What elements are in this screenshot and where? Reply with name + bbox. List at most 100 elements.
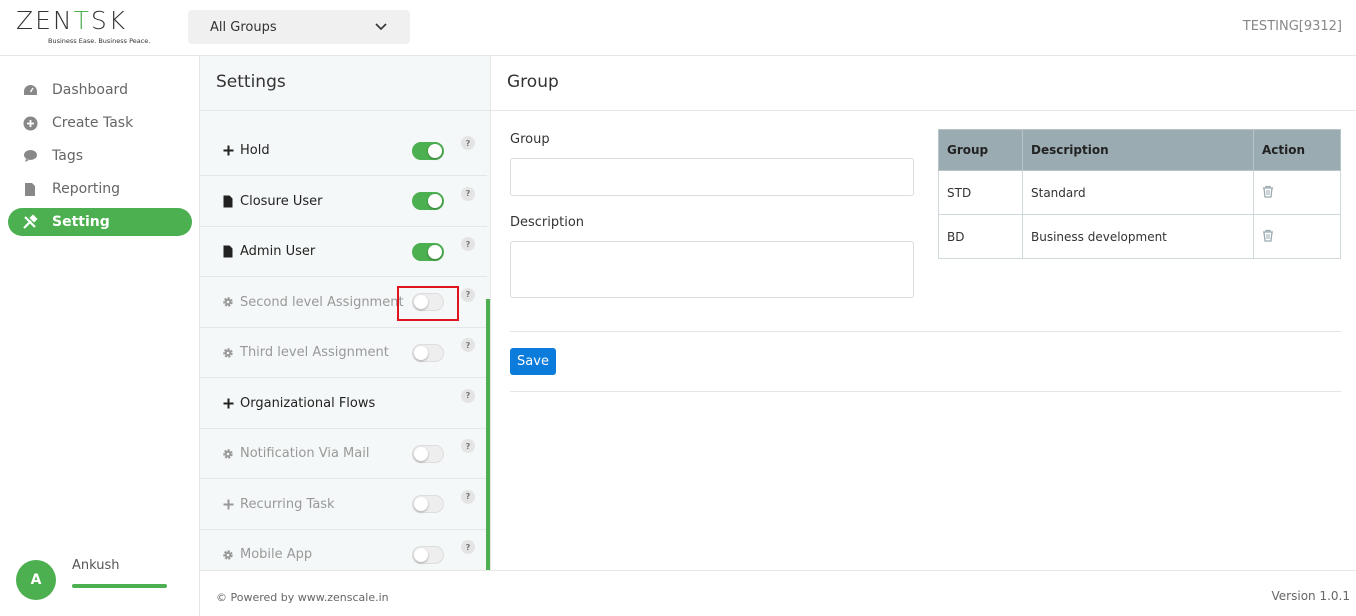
help-icon[interactable]: ?	[461, 237, 475, 251]
account-label[interactable]: TESTING[9312]	[1243, 19, 1342, 34]
action-cell	[1253, 214, 1341, 259]
group-cell: BD	[938, 214, 1023, 259]
avatar: A	[16, 560, 56, 600]
toggle-knob	[428, 143, 442, 158]
table-row: STD Standard	[938, 170, 1341, 215]
column-header-action: Action	[1253, 129, 1341, 171]
group-select-dropdown[interactable]: All Groups	[188, 10, 410, 44]
toggle-switch[interactable]	[412, 293, 444, 311]
powered-by-link[interactable]: © Powered by www.zenscale.in	[216, 591, 389, 604]
description-cell: Business development	[1022, 214, 1254, 259]
toggle-switch[interactable]	[412, 192, 444, 210]
settings-item-label: Notification Via Mail	[240, 446, 370, 461]
toggle-knob	[414, 345, 428, 360]
description-field-label: Description	[510, 215, 585, 230]
logo-tagline: Business Ease. Business Peace.	[48, 37, 151, 45]
description-input[interactable]	[510, 241, 914, 298]
scrollbar[interactable]	[486, 299, 490, 570]
plus-icon	[221, 396, 235, 410]
sidebar: Dashboard Create Task Tags Reporting Set…	[0, 56, 200, 616]
help-icon[interactable]: ?	[461, 287, 475, 302]
tag-icon	[22, 148, 38, 164]
settings-item: Hold?	[200, 126, 487, 176]
toggle-switch[interactable]	[412, 444, 444, 463]
toggle-knob	[428, 244, 442, 259]
file-icon	[22, 181, 38, 197]
help-icon[interactable]: ?	[461, 439, 475, 453]
settings-item: Admin User?	[200, 227, 487, 277]
group-input[interactable]	[510, 158, 914, 196]
sidebar-item-dashboard[interactable]: Dashboard	[8, 76, 192, 104]
sidebar-item-setting[interactable]: Setting	[8, 208, 192, 236]
sidebar-item-reporting[interactable]: Reporting	[8, 175, 192, 203]
gear-icon	[221, 548, 235, 562]
sidebar-item-create-task[interactable]: Create Task	[8, 109, 192, 137]
footer: © Powered by www.zenscale.in Version 1.0…	[200, 570, 1356, 616]
settings-item-label: Mobile App	[240, 547, 313, 562]
settings-item: Notification Via Mail?	[200, 429, 487, 479]
table-row: BD Business development	[938, 214, 1341, 259]
divider	[510, 331, 1341, 332]
plus-icon	[221, 144, 235, 158]
user-status-bar	[72, 584, 167, 588]
chevron-down-icon	[374, 20, 388, 34]
settings-item-label: Third level Assignment	[240, 345, 389, 360]
settings-item-label: Admin User	[240, 244, 316, 259]
save-button[interactable]: Save	[510, 348, 556, 375]
help-icon[interactable]: ?	[461, 388, 475, 403]
help-icon[interactable]: ?	[461, 338, 475, 352]
settings-item: Recurring Task?	[200, 480, 487, 530]
toggle-switch[interactable]	[412, 545, 444, 564]
toggle-switch[interactable]	[412, 343, 444, 362]
tools-icon	[22, 214, 38, 230]
settings-item-label: Recurring Task	[240, 496, 335, 512]
gear-icon	[221, 447, 235, 461]
settings-item-label: Organizational Flows	[240, 395, 376, 411]
trash-icon[interactable]	[1262, 229, 1274, 242]
settings-title: Settings	[200, 56, 490, 111]
action-cell	[1253, 170, 1341, 215]
gear-icon	[221, 295, 235, 309]
user-name: Ankush	[72, 558, 120, 573]
sidebar-item-tags[interactable]: Tags	[8, 142, 192, 170]
settings-item: Mobile App?	[200, 530, 487, 570]
help-icon[interactable]: ?	[461, 186, 475, 201]
description-cell: Standard	[1022, 170, 1254, 215]
settings-item: Second level Assignment?	[200, 278, 487, 328]
page-title: Group	[491, 56, 1356, 111]
table-header-row: Group Description Action	[938, 129, 1341, 171]
settings-panel: Settings Hold? Closure User? Admin User? Se…	[200, 56, 491, 570]
column-header-group: Group	[938, 129, 1023, 171]
help-icon[interactable]: ?	[461, 540, 475, 554]
group-select-value: All Groups	[210, 19, 277, 35]
dashboard-icon	[22, 82, 38, 98]
gear-icon	[221, 346, 235, 360]
help-icon[interactable]: ?	[461, 489, 475, 504]
toggle-knob	[414, 295, 428, 309]
toggle-knob	[414, 497, 428, 511]
column-header-description: Description	[1022, 129, 1254, 171]
settings-item: Organizational Flows?	[200, 379, 487, 429]
settings-item-label: Hold	[240, 143, 270, 158]
top-header: ZENTSK Business Ease. Business Peace. Al…	[0, 0, 1356, 56]
user-profile[interactable]: A Ankush	[16, 556, 186, 616]
group-cell: STD	[938, 170, 1023, 215]
divider	[510, 391, 1341, 392]
toggle-switch[interactable]	[412, 141, 444, 160]
toggle-switch[interactable]	[412, 495, 444, 513]
zentask-logo[interactable]: ZENTSK Business Ease. Business Peace.	[16, 6, 166, 50]
group-main-panel: Group Group Description Save Group Descr…	[491, 56, 1356, 570]
group-field-label: Group	[510, 132, 550, 147]
file-icon	[221, 245, 235, 259]
group-table: Group Description Action STD Standard BD…	[938, 129, 1341, 259]
settings-item-label: Second level Assignment	[240, 294, 404, 310]
trash-icon[interactable]	[1262, 185, 1274, 198]
settings-item: Third level Assignment?	[200, 328, 487, 378]
file-icon	[221, 194, 235, 208]
help-icon[interactable]: ?	[461, 136, 475, 150]
toggle-switch[interactable]	[412, 242, 444, 261]
toggle-knob	[428, 194, 442, 208]
toggle-knob	[414, 547, 428, 562]
toggle-knob	[414, 446, 428, 461]
settings-item-label: Closure User	[240, 193, 323, 209]
